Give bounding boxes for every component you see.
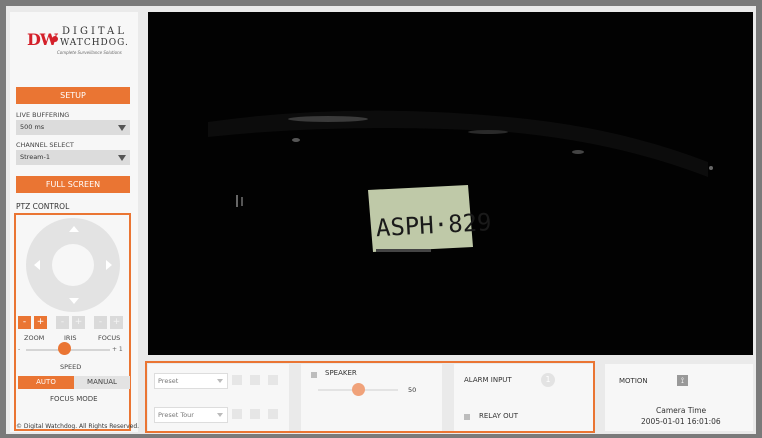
preset-delete-button[interactable] bbox=[268, 375, 278, 385]
preset-tour-select[interactable]: Preset Tour bbox=[154, 407, 228, 423]
speed-slider-handle[interactable] bbox=[57, 342, 71, 355]
preset-select-placeholder: Preset bbox=[158, 377, 179, 385]
chevron-down-icon bbox=[217, 413, 223, 417]
live-video-view[interactable]: ASPH·829 bbox=[148, 12, 753, 355]
channel-select-value: Stream-1 bbox=[20, 153, 50, 161]
alarm-panel bbox=[454, 364, 593, 431]
focus-manual-button[interactable]: MANUAL bbox=[74, 376, 130, 389]
motion-running-icon: ⟟ bbox=[677, 375, 688, 386]
preset-select[interactable]: Preset bbox=[154, 373, 228, 389]
preset-add-button[interactable] bbox=[250, 375, 260, 385]
speed-min-label: - bbox=[18, 346, 21, 353]
tour-delete-button[interactable] bbox=[268, 409, 278, 419]
camera-time-label: Camera Time bbox=[656, 406, 707, 415]
focus-near-button[interactable]: - bbox=[94, 316, 107, 329]
preset-go-button[interactable] bbox=[232, 375, 242, 385]
camera-time-value: 2005-01-01 16:01:06 bbox=[641, 417, 721, 426]
ptz-center[interactable] bbox=[52, 244, 94, 286]
setup-button[interactable]: SETUP bbox=[16, 87, 130, 104]
speed-label: SPEED bbox=[60, 363, 82, 371]
ptz-direction-pad[interactable] bbox=[26, 218, 120, 312]
channel-select[interactable]: Stream-1 bbox=[16, 150, 130, 165]
speaker-checkbox[interactable] bbox=[311, 372, 317, 378]
chevron-down-icon bbox=[217, 379, 223, 383]
alarm-input-label: ALARM INPUT bbox=[464, 376, 512, 384]
iris-label: IRIS bbox=[64, 334, 77, 342]
relay-out-label: RELAY OUT bbox=[479, 412, 519, 420]
zoom-in-button[interactable]: + bbox=[34, 316, 47, 329]
preset-tour-placeholder: Preset Tour bbox=[158, 411, 194, 419]
ptz-control-title: PTZ CONTROL bbox=[16, 202, 70, 211]
iris-open-button[interactable]: + bbox=[72, 316, 85, 329]
channel-select-label: CHANNEL SELECT bbox=[16, 141, 74, 149]
relay-out-checkbox[interactable] bbox=[464, 414, 470, 420]
speaker-panel bbox=[301, 364, 442, 431]
arrow-left-icon[interactable] bbox=[34, 260, 40, 270]
live-buffering-select[interactable]: 500 ms bbox=[16, 120, 130, 135]
alarm-input-indicator: 1 bbox=[541, 373, 555, 387]
live-buffering-label: LIVE BUFFERING bbox=[16, 111, 70, 119]
focus-mode-label: FOCUS MODE bbox=[50, 395, 98, 403]
zoom-out-button[interactable]: - bbox=[18, 316, 31, 329]
chevron-down-icon bbox=[118, 125, 126, 131]
chevron-down-icon bbox=[118, 155, 126, 161]
brand-tagline: Complete Surveillance Solutions bbox=[57, 50, 122, 55]
focus-auto-button[interactable]: AUTO bbox=[18, 376, 74, 389]
video-frame-image: ASPH·829 bbox=[148, 12, 753, 355]
tour-add-button[interactable] bbox=[250, 409, 260, 419]
speed-max-label: + 1 bbox=[112, 346, 123, 353]
brand-logo: DW DIGITAL WATCHDOG. Complete Surveillan… bbox=[12, 14, 128, 55]
focus-label: FOCUS bbox=[98, 334, 121, 342]
zoom-label: ZOOM bbox=[24, 334, 45, 342]
motion-label: MOTION bbox=[619, 377, 648, 385]
arrow-right-icon[interactable] bbox=[106, 260, 112, 270]
speaker-volume-value: 50 bbox=[408, 386, 417, 394]
speaker-slider-handle[interactable] bbox=[352, 383, 365, 396]
live-buffering-value: 500 ms bbox=[20, 123, 45, 131]
full-screen-button[interactable]: FULL SCREEN bbox=[16, 176, 130, 193]
arrow-down-icon[interactable] bbox=[69, 298, 79, 304]
arrow-up-icon[interactable] bbox=[69, 226, 79, 232]
focus-far-button[interactable]: + bbox=[110, 316, 123, 329]
iris-close-button[interactable]: - bbox=[56, 316, 69, 329]
tour-play-button[interactable] bbox=[232, 409, 242, 419]
copyright-text: © Digital Watchdog. All Rights Reserved. bbox=[16, 423, 140, 430]
brand-line1: DIGITAL bbox=[62, 26, 127, 37]
speaker-label: SPEAKER bbox=[325, 369, 357, 377]
brand-line2: WATCHDOG. bbox=[60, 38, 129, 48]
brand-dot-icon bbox=[52, 36, 58, 42]
